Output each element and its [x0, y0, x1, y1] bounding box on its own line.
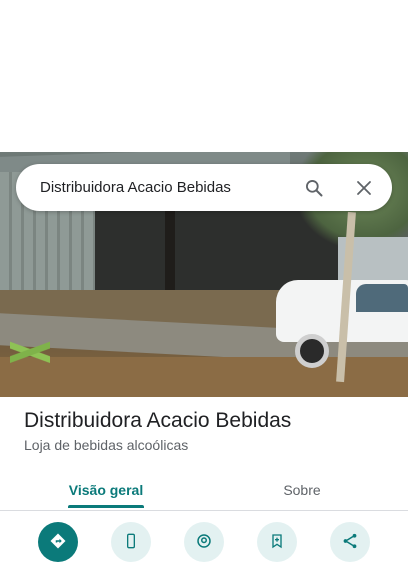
car-wheel [295, 334, 329, 368]
nearby-icon [197, 534, 211, 548]
action-row [0, 522, 408, 562]
search-button[interactable] [296, 170, 332, 206]
grass [10, 322, 50, 392]
search-bar[interactable]: Distribuidora Acacio Bebidas [16, 164, 392, 211]
close-icon [357, 180, 371, 195]
place-category[interactable]: Loja de bebidas alcoólicas [24, 437, 188, 453]
active-tab-indicator [68, 505, 144, 508]
nearby-button[interactable] [184, 522, 224, 562]
search-input[interactable]: Distribuidora Acacio Bebidas [40, 179, 296, 196]
tab-about[interactable]: Sobre [228, 470, 376, 510]
save-button[interactable] [257, 522, 297, 562]
directions-button[interactable] [38, 522, 78, 562]
directions-icon [50, 533, 66, 549]
share-icon [343, 533, 357, 549]
close-button[interactable] [346, 170, 382, 206]
save-icon [272, 534, 282, 549]
call-button[interactable] [111, 522, 151, 562]
tab-bar: Visão geral Sobre [0, 470, 408, 511]
phone-icon [127, 533, 135, 549]
map-blank-area [0, 0, 408, 152]
tab-overview[interactable]: Visão geral [32, 470, 180, 510]
share-button[interactable] [330, 522, 370, 562]
place-title: Distribuidora Acacio Bebidas [24, 409, 292, 432]
search-icon [306, 179, 323, 196]
